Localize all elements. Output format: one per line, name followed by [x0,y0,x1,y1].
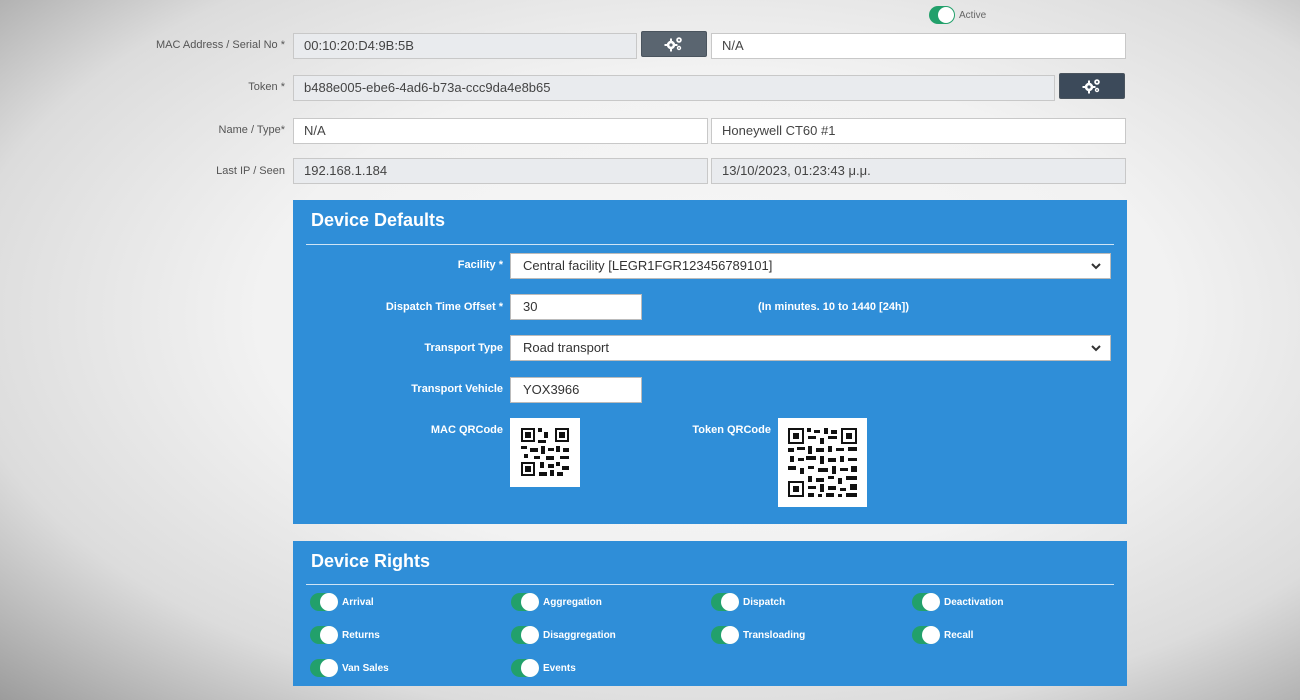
device-defaults-title: Device Defaults [311,210,446,230]
facility-label: Facility * [457,259,503,271]
right-label: Recall [944,629,974,641]
right-label: Aggregation [543,596,602,608]
mac-qrcode-image [510,418,580,487]
device-rights-panel: Device Rights Arrival Aggregation Dispat… [293,541,1127,686]
mac-qrcode-label: MAC QRCode [430,424,503,436]
generate-mac-button[interactable] [641,31,707,57]
dispatch-offset-label: Dispatch Time Offset * [385,301,503,313]
qrcode-icon [521,428,569,476]
right-transloading[interactable]: Transloading [711,626,805,644]
toggle-switch[interactable] [511,659,539,677]
toggle-switch[interactable] [310,659,338,677]
active-toggle-group: Active [929,6,986,24]
right-label: Dispatch [743,596,786,608]
token-label: Token * [248,81,285,93]
chevron-down-icon [1091,345,1101,352]
gears-icon [1082,79,1100,94]
toggle-switch[interactable] [912,593,940,611]
right-deactivation[interactable]: Deactivation [912,593,1003,611]
token-qrcode-label: Token QRCode [692,424,771,436]
toggle-switch[interactable] [711,593,739,611]
name-type-label: Name / Type* [218,124,285,136]
toggle-switch[interactable] [711,626,739,644]
active-label: Active [959,9,987,21]
serial-number-field[interactable]: N/A [711,33,1126,59]
dispatch-offset-input[interactable]: 30 [510,294,642,320]
toggle-switch[interactable] [310,593,338,611]
device-defaults-panel: Device Defaults Facility * Central facil… [293,200,1127,524]
divider [306,584,1114,585]
transport-type-select[interactable]: Road transport [510,335,1111,361]
mac-address-field[interactable]: 00:10:20:D4:9B:5B [293,33,637,59]
toggle-switch[interactable] [912,626,940,644]
type-field[interactable]: Honeywell CT60 #1 [711,118,1126,144]
right-aggregation[interactable]: Aggregation [511,593,602,611]
transport-type-value: Road transport [523,340,609,355]
token-qrcode-image [778,418,867,507]
right-events[interactable]: Events [511,659,576,677]
right-dispatch[interactable]: Dispatch [711,593,785,611]
right-label: Arrival [342,596,374,608]
last-ip-field: 192.168.1.184 [293,158,708,184]
dispatch-offset-hint: (In minutes. 10 to 1440 [24h]) [758,301,909,313]
facility-select[interactable]: Central facility [LEGR1FGR123456789101] [510,253,1111,279]
toggle-switch[interactable] [511,626,539,644]
gears-icon [664,37,682,52]
toggle-switch[interactable] [310,626,338,644]
transport-type-label: Transport Type [424,342,503,354]
right-label: Van Sales [342,662,389,674]
token-field[interactable]: b488e005-ebe6-4ad6-b73a-ccc9da4e8b65 [293,75,1055,101]
last-ip-label: Last IP / Seen [216,165,285,177]
device-rights-title: Device Rights [311,551,431,571]
right-label: Disaggregation [543,629,616,641]
mac-label: MAC Address / Serial No * [156,39,285,51]
active-toggle[interactable] [929,6,955,24]
toggle-switch[interactable] [511,593,539,611]
divider [306,244,1114,245]
transport-vehicle-label: Transport Vehicle [411,383,503,395]
right-recall[interactable]: Recall [912,626,973,644]
right-arrival[interactable]: Arrival [310,593,374,611]
qrcode-icon [788,428,857,497]
right-disaggregation[interactable]: Disaggregation [511,626,616,644]
facility-value: Central facility [LEGR1FGR123456789101] [523,258,773,273]
generate-token-button[interactable] [1059,73,1125,99]
name-field[interactable]: N/A [293,118,708,144]
right-label: Deactivation [944,596,1004,608]
transport-vehicle-input[interactable]: YOX3966 [510,377,642,403]
right-label: Transloading [743,629,806,641]
right-returns[interactable]: Returns [310,626,380,644]
right-van-sales[interactable]: Van Sales [310,659,389,677]
chevron-down-icon [1091,263,1101,270]
right-label: Events [543,662,576,674]
last-seen-field: 13/10/2023, 01:23:43 μ.μ. [711,158,1126,184]
right-label: Returns [342,629,380,641]
